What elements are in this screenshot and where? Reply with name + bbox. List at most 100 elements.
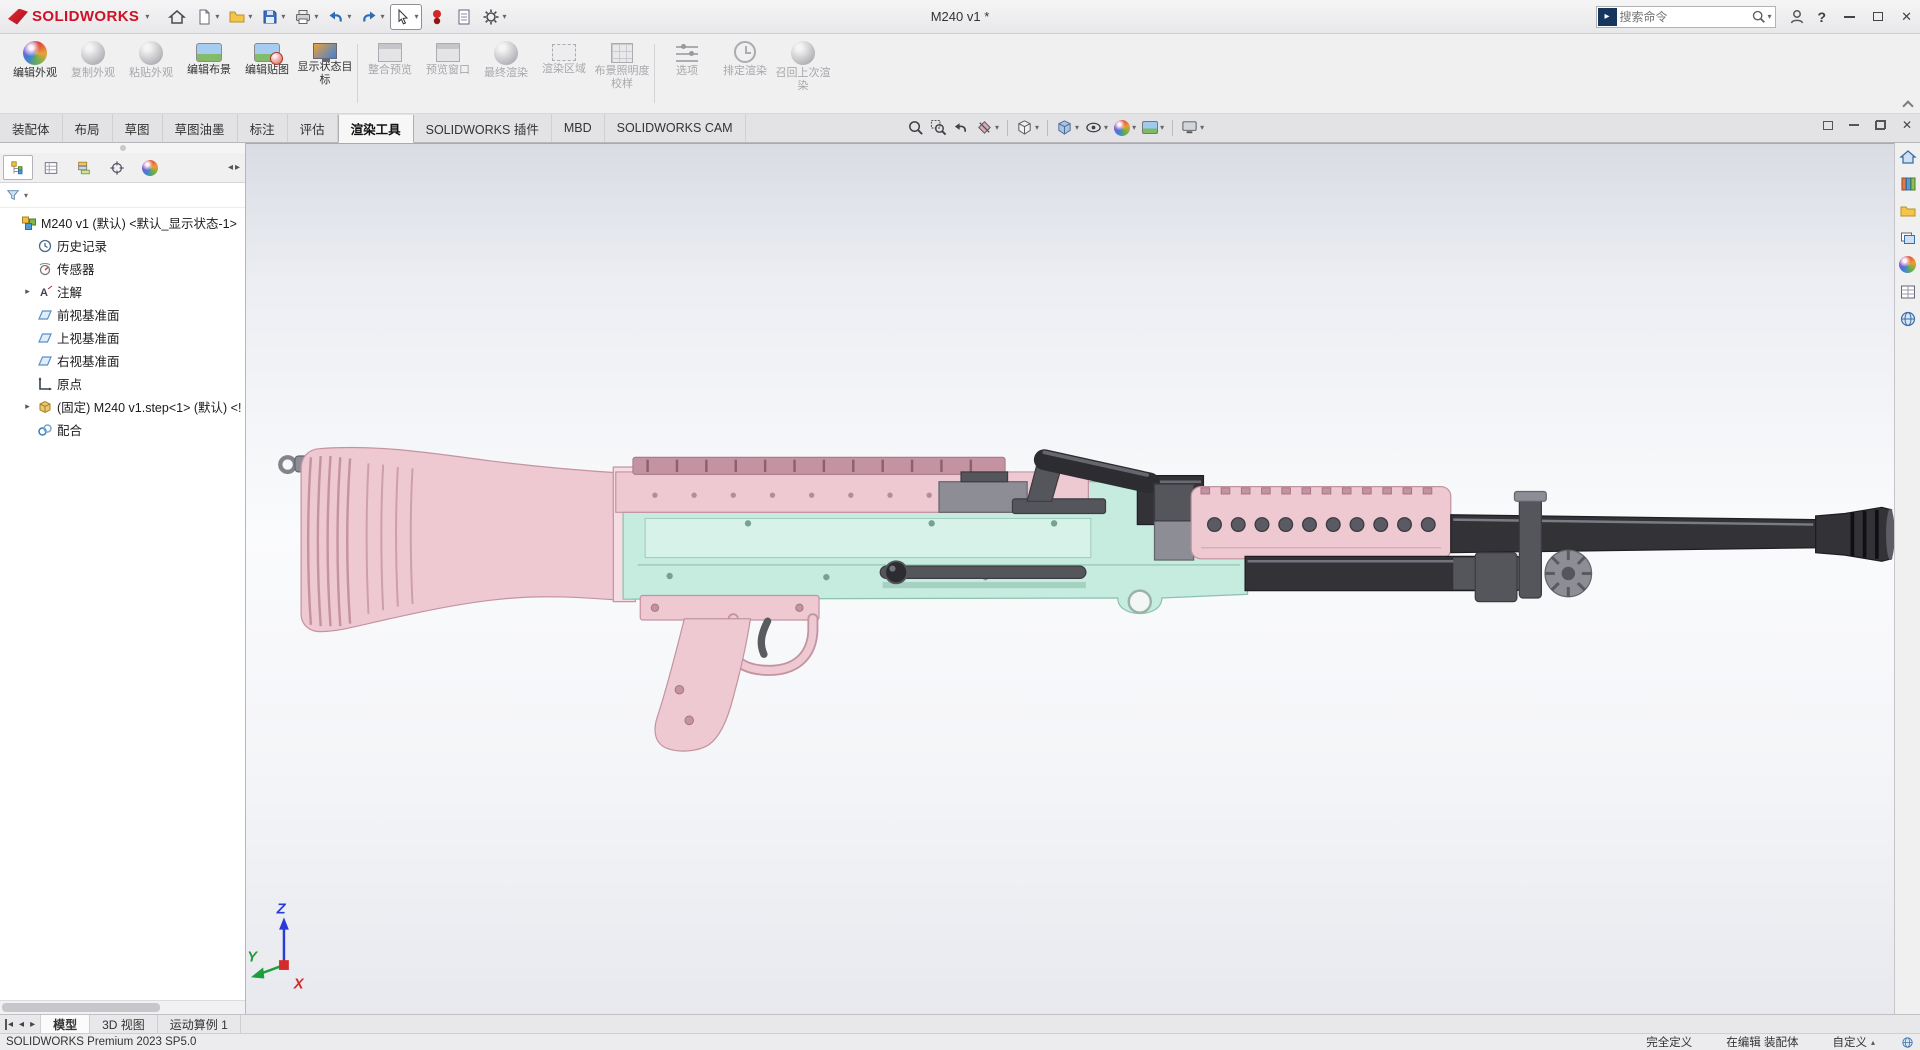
recall-last-render-button[interactable]: 召回上次渲染 <box>774 36 832 111</box>
options-button-titlebar[interactable]: ▾ <box>479 4 509 30</box>
panel-horizontal-scrollbar[interactable] <box>0 1000 245 1014</box>
doc-close-icon[interactable]: ✕ <box>1902 119 1912 131</box>
design-library-icon[interactable] <box>1899 175 1917 193</box>
open-file-button[interactable]: ▾ <box>225 4 255 30</box>
zoom-to-fit-button[interactable] <box>905 117 926 138</box>
file-properties-button[interactable] <box>452 4 476 30</box>
minimize-icon[interactable] <box>1844 15 1856 18</box>
schedule-render-button[interactable]: 排定渲染 <box>716 36 774 111</box>
tree-item-annotations[interactable]: ▸ A 注解 <box>0 280 245 303</box>
edit-appearance-hud-button[interactable]: ▾ <box>1112 118 1138 138</box>
command-tab-cam[interactable]: SOLIDWORKS CAM <box>605 114 746 142</box>
redo-button[interactable]: ▾ <box>357 4 387 30</box>
copy-appearance-button[interactable]: 复制外观 <box>64 36 122 111</box>
solidworks-menu[interactable]: SOLIDWORKS ▾ <box>8 8 149 25</box>
doc-window-icon[interactable] <box>1822 120 1833 130</box>
motion-study-tab[interactable]: 运动算例 1 <box>158 1015 241 1033</box>
tab-propertymanager[interactable] <box>36 155 66 180</box>
expand-arrow-icon[interactable]: ▸ <box>22 286 33 297</box>
maximize-icon[interactable] <box>1873 12 1884 21</box>
preview-window-button[interactable]: 预览窗口 <box>419 36 477 111</box>
tab-scroll-left-icon[interactable]: ◂ <box>19 1019 24 1030</box>
render-region-button[interactable]: 渲染区域 <box>535 36 593 111</box>
tree-item-right-plane[interactable]: 右视基准面 <box>0 349 245 372</box>
custom-properties-icon[interactable] <box>1899 283 1917 301</box>
units-selector[interactable]: 自定义 <box>1832 1034 1867 1050</box>
command-tab-layout[interactable]: 布局 <box>63 114 113 142</box>
tab-configurationmanager[interactable] <box>69 155 99 180</box>
user-account-icon[interactable] <box>1788 8 1806 26</box>
section-view-button[interactable]: ▾ <box>974 117 1001 138</box>
filter-funnel-icon[interactable] <box>6 188 20 202</box>
new-file-button[interactable]: ▾ <box>192 4 222 30</box>
3d-views-tab[interactable]: 3D 视图 <box>90 1015 158 1033</box>
select-tool-button[interactable]: ▾ <box>390 3 423 30</box>
view-settings-button[interactable]: ▾ <box>1179 117 1206 138</box>
search-scope-icon[interactable]: ▸ <box>1597 7 1617 26</box>
chevron-down-icon[interactable]: ▾ <box>1768 12 1772 21</box>
command-tab-annotation[interactable]: 标注 <box>238 114 288 142</box>
file-explorer-icon[interactable] <box>1899 202 1917 220</box>
tree-item-origin[interactable]: 原点 <box>0 372 245 395</box>
tree-item-component-m240[interactable]: ▸ (固定) M240 v1.step<1> (默认) <! <box>0 395 245 418</box>
display-state-target-button[interactable]: 显示状态目标 <box>296 36 354 111</box>
help-icon[interactable]: ? <box>1818 9 1827 25</box>
scroll-left-icon[interactable]: ◂ <box>228 162 233 173</box>
tree-item-front-plane[interactable]: 前视基准面 <box>0 303 245 326</box>
tree-item-sensors[interactable]: 传感器 <box>0 257 245 280</box>
model-m240[interactable]: Z Y X <box>246 144 1894 1014</box>
home-button[interactable] <box>165 4 189 30</box>
tab-scroll-right-icon[interactable]: ▸ <box>30 1019 35 1030</box>
caret-up-icon[interactable]: ▴ <box>1871 1038 1875 1047</box>
rebuild-button[interactable] <box>425 4 449 30</box>
pistol-grip-trigger-group[interactable] <box>639 594 820 752</box>
paste-appearance-button[interactable]: 粘贴外观 <box>122 36 180 111</box>
edit-decal-button[interactable]: 编辑贴图 <box>238 36 296 111</box>
tab-displaymanager[interactable] <box>135 155 165 180</box>
tab-featuremanager[interactable] <box>3 155 33 180</box>
command-tab-evaluate[interactable]: 评估 <box>288 114 338 142</box>
previous-view-button[interactable] <box>951 117 972 138</box>
final-render-button[interactable]: 最终渲染 <box>477 36 535 111</box>
command-tab-render-tools[interactable]: 渲染工具 <box>337 115 414 143</box>
command-tab-sketch[interactable]: 草图 <box>113 114 163 142</box>
edit-scene-button[interactable]: 编辑布景 <box>180 36 238 111</box>
scene-illumination-proof-button[interactable]: 布景照明度校样 <box>593 36 651 111</box>
tree-item-mates[interactable]: 配合 <box>0 418 245 441</box>
command-tab-sketch-ink[interactable]: 草图油墨 <box>163 114 238 142</box>
command-tab-addins[interactable]: SOLIDWORKS 插件 <box>414 114 552 142</box>
save-button[interactable]: ▾ <box>258 4 288 30</box>
print-button[interactable]: ▾ <box>291 4 321 30</box>
hide-show-items-button[interactable]: ▾ <box>1083 117 1110 138</box>
graphics-viewport[interactable]: Z Y X <box>246 143 1894 1014</box>
command-tab-assembly[interactable]: 装配体 <box>0 114 63 142</box>
view-palette-icon[interactable] <box>1899 229 1917 247</box>
render-options-button[interactable]: 选项 <box>658 36 716 111</box>
command-search-input[interactable] <box>1619 9 1751 24</box>
zoom-to-area-button[interactable] <box>928 117 949 138</box>
integrated-preview-button[interactable]: 整合预览 <box>361 36 419 111</box>
doc-restore-icon[interactable] <box>1874 120 1886 130</box>
tab-scroll-first-icon[interactable]: ◂ <box>5 1018 13 1030</box>
buttstock[interactable] <box>278 446 636 633</box>
tree-item-history[interactable]: 历史记录 <box>0 234 245 257</box>
tab-dimxpertmanager[interactable] <box>102 155 132 180</box>
appearances-scenes-icon[interactable] <box>1898 256 1917 274</box>
view-orientation-button[interactable]: ▾ <box>1014 117 1041 138</box>
tree-item-assembly-root[interactable]: M240 v1 (默认) <默认_显示状态-1> <box>0 211 245 234</box>
search-icon[interactable] <box>1751 9 1766 24</box>
task-pane-home-icon[interactable] <box>1898 148 1917 166</box>
tree-item-top-plane[interactable]: 上视基准面 <box>0 326 245 349</box>
panel-splitter[interactable] <box>0 143 245 153</box>
doc-minimize-icon[interactable] <box>1848 124 1859 126</box>
display-style-button[interactable]: ▾ <box>1054 117 1081 138</box>
ribbon-collapse-icon[interactable] <box>1903 99 1912 108</box>
solidworks-resources-icon[interactable] <box>1899 310 1917 328</box>
expand-arrow-icon[interactable]: ▸ <box>22 401 33 412</box>
model-tab[interactable]: 模型 <box>41 1015 91 1033</box>
apply-scene-button[interactable]: ▾ <box>1140 119 1166 136</box>
handguard-heat-shield[interactable] <box>1190 486 1452 560</box>
scroll-right-icon[interactable]: ▸ <box>235 162 240 173</box>
scrollbar-thumb[interactable] <box>2 1003 160 1012</box>
status-globe-icon[interactable] <box>1901 1036 1914 1049</box>
